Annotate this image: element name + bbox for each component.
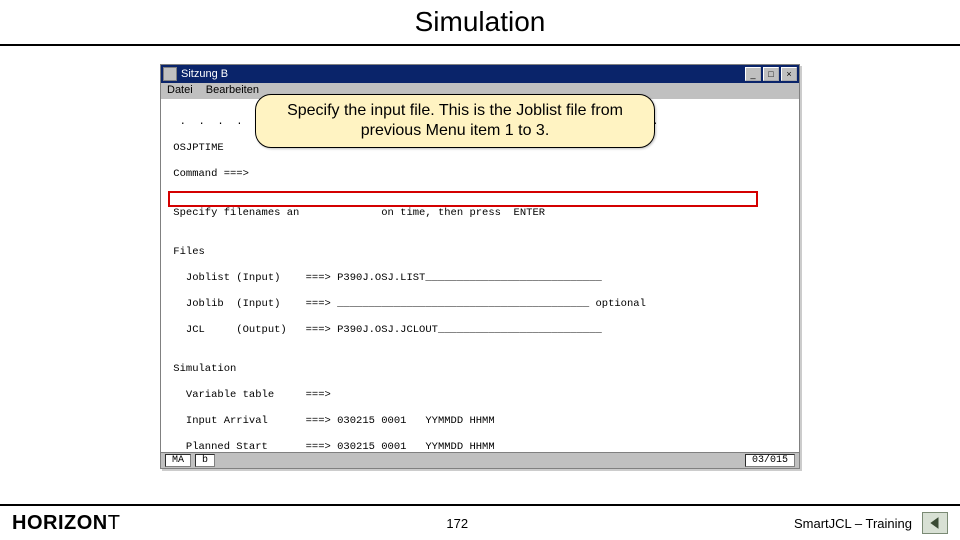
course-name: SmartJCL – Training bbox=[794, 516, 912, 531]
title-divider bbox=[0, 44, 960, 46]
status-cell: b bbox=[195, 454, 215, 467]
slide-stage: Sitzung B _ □ × Datei Bearbeiten . . . .… bbox=[160, 64, 800, 474]
term-line: Variable table ===> bbox=[167, 389, 793, 402]
page-title: Simulation bbox=[0, 0, 960, 44]
brand-logo: HORIZONT bbox=[12, 512, 120, 535]
term-line: Files bbox=[167, 246, 793, 259]
window-title: Sitzung B bbox=[181, 68, 745, 80]
term-line: Joblib (Input) ===> ____________________… bbox=[167, 298, 793, 311]
menu-edit[interactable]: Bearbeiten bbox=[206, 84, 259, 96]
menu-file[interactable]: Datei bbox=[167, 84, 193, 96]
window-buttons: _ □ × bbox=[745, 67, 797, 81]
callout-bubble: Specify the input file. This is the Jobl… bbox=[255, 94, 655, 148]
term-line: Command ===> bbox=[167, 168, 793, 181]
term-line: JCL (Output) ===> P390J.OSJ.JCLOUT______… bbox=[167, 324, 793, 337]
status-position: 03/015 bbox=[745, 454, 795, 467]
nav-prev-button[interactable] bbox=[922, 512, 948, 534]
window-titlebar: Sitzung B _ □ × bbox=[161, 65, 799, 83]
callout-line: Specify the input file. This is the Jobl… bbox=[272, 101, 638, 121]
term-line: Simulation bbox=[167, 363, 793, 376]
window-statusbar: MA b 03/015 bbox=[161, 452, 799, 468]
arrow-left-icon bbox=[928, 516, 942, 530]
term-line: Joblist (Input) ===> P390J.OSJ.LIST_____… bbox=[167, 272, 793, 285]
maximize-button[interactable]: □ bbox=[763, 67, 779, 81]
term-line: Specify filenames an on time, then press… bbox=[167, 207, 793, 220]
callout-line: previous Menu item 1 to 3. bbox=[272, 121, 638, 141]
terminal-body[interactable]: . . . . . . . . . . . . . . . . . . . . … bbox=[161, 99, 799, 452]
page-number: 172 bbox=[446, 516, 468, 531]
term-line: Input Arrival ===> 030215 0001 YYMMDD HH… bbox=[167, 415, 793, 428]
slide-footer: HORIZONT 172 SmartJCL – Training bbox=[0, 506, 960, 540]
close-button[interactable]: × bbox=[781, 67, 797, 81]
minimize-button[interactable]: _ bbox=[745, 67, 761, 81]
term-line: Planned Start ===> 030215 0001 YYMMDD HH… bbox=[167, 441, 793, 452]
status-cell: MA bbox=[165, 454, 191, 467]
system-menu-icon[interactable] bbox=[163, 67, 177, 81]
